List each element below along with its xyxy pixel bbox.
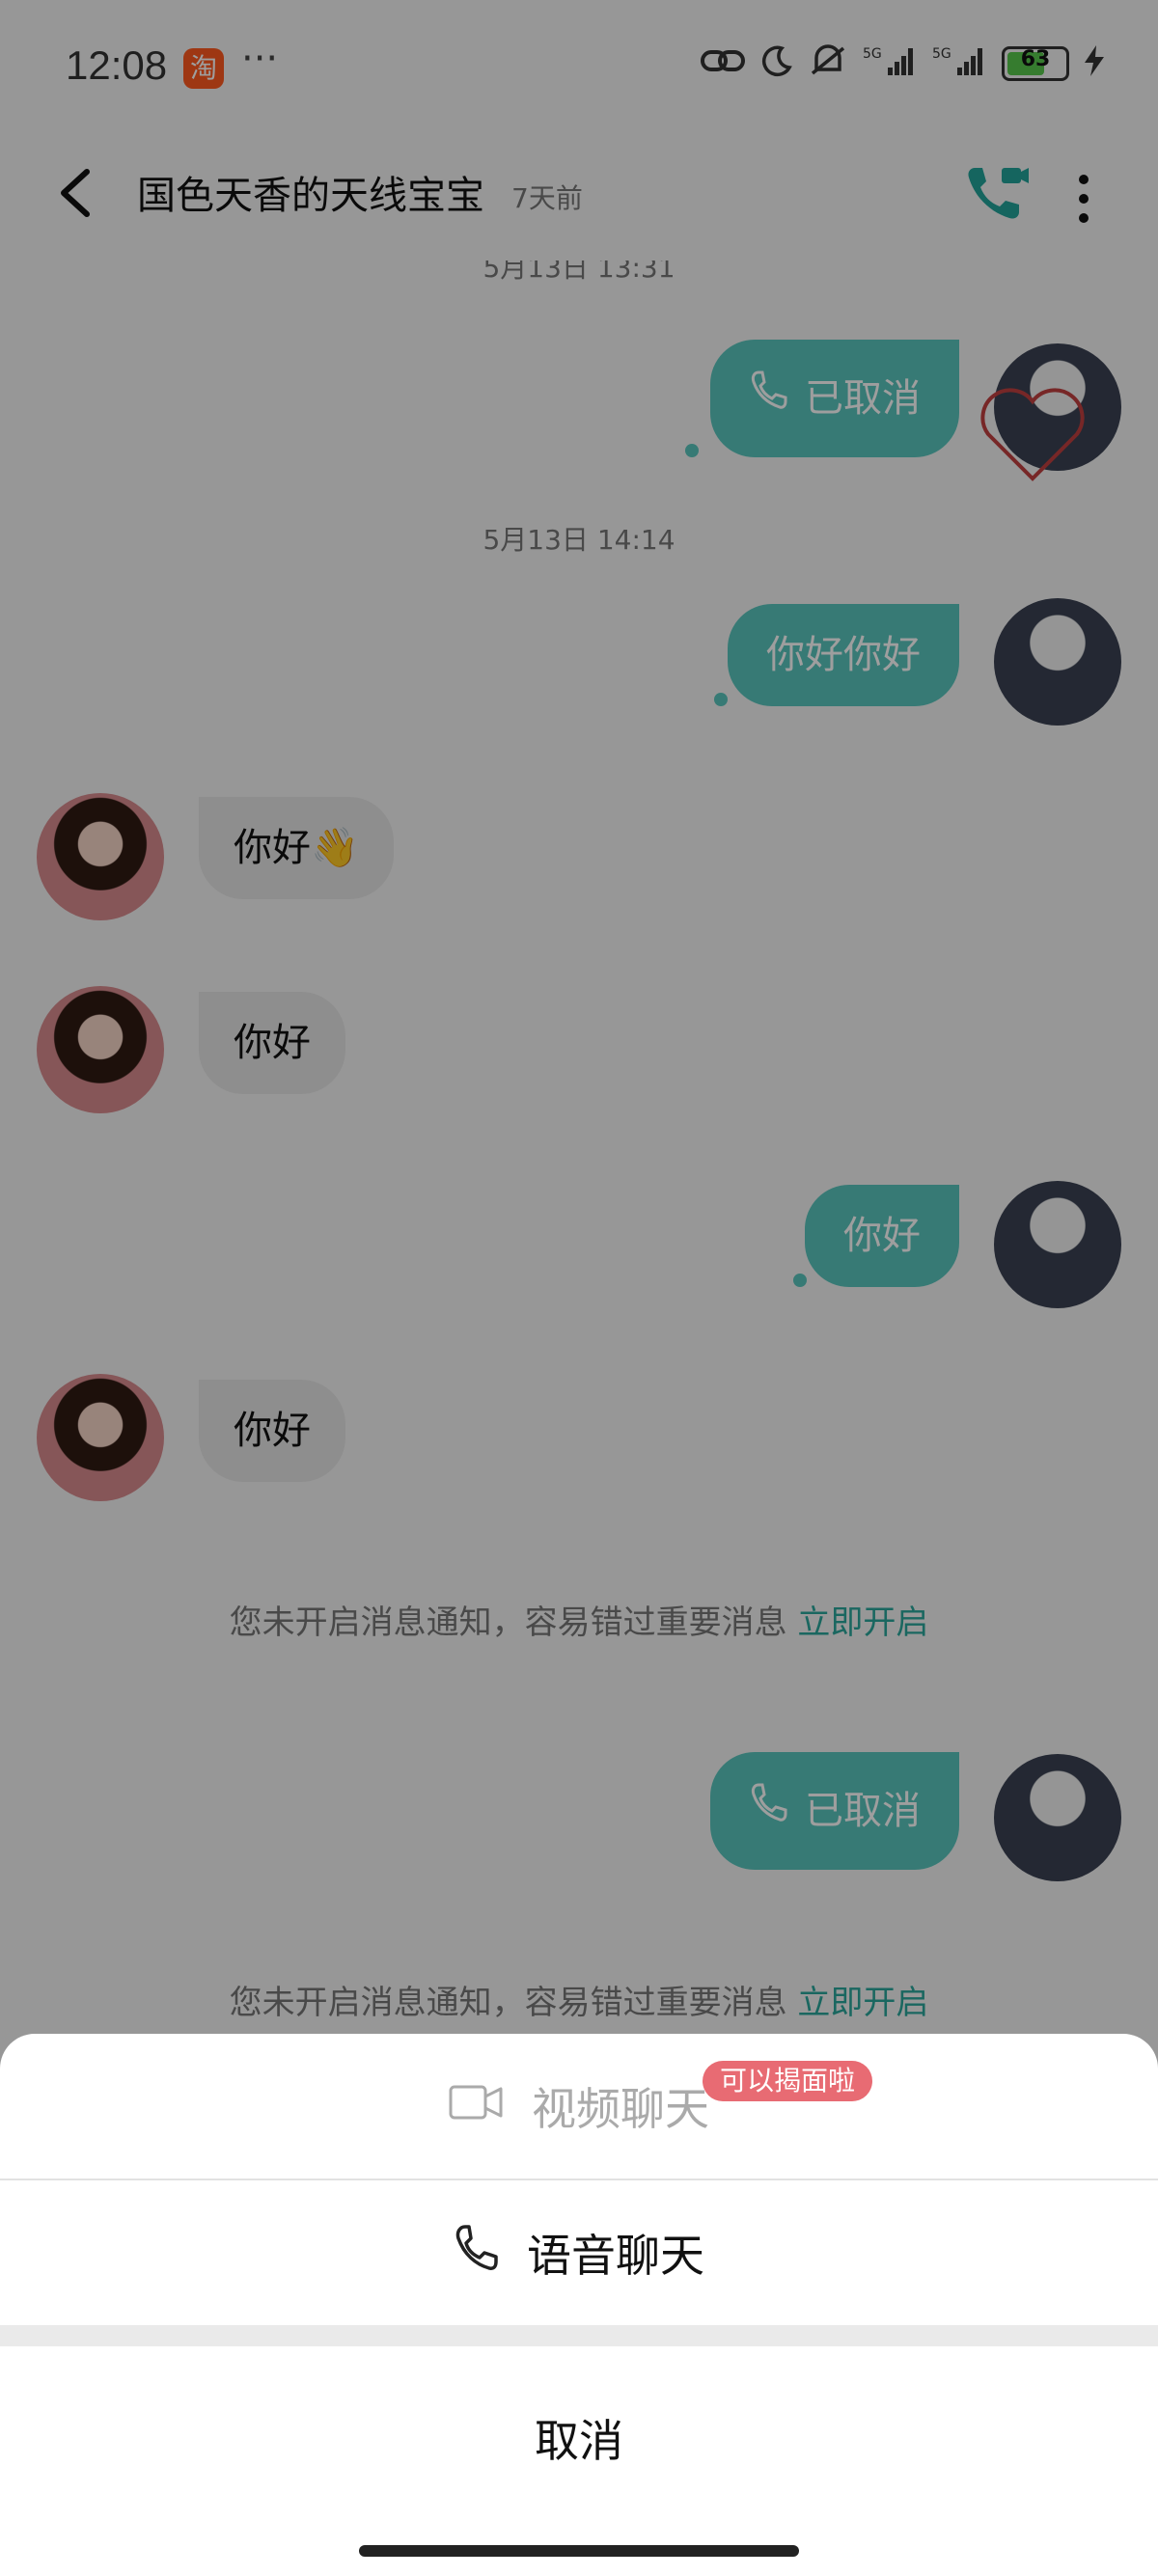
promo-badge: 可以揭面啦 — [703, 2061, 873, 2101]
cancel-button[interactable]: 取消 — [0, 2346, 1158, 2530]
video-chat-label: 视频聊天 — [532, 2083, 709, 2135]
home-indicator[interactable] — [359, 2545, 799, 2557]
video-chat-option[interactable]: 视频聊天 — [0, 2034, 1158, 2179]
voice-chat-option[interactable]: 语音聊天 — [0, 2180, 1158, 2325]
video-camera-icon — [449, 2080, 503, 2132]
voice-chat-label: 语音聊天 — [527, 2230, 704, 2282]
phone-icon — [454, 2223, 498, 2284]
call-options-sheet: 视频聊天 可以揭面啦 语音聊天 取消 — [0, 2034, 1158, 2576]
separator-band — [0, 2325, 1158, 2346]
